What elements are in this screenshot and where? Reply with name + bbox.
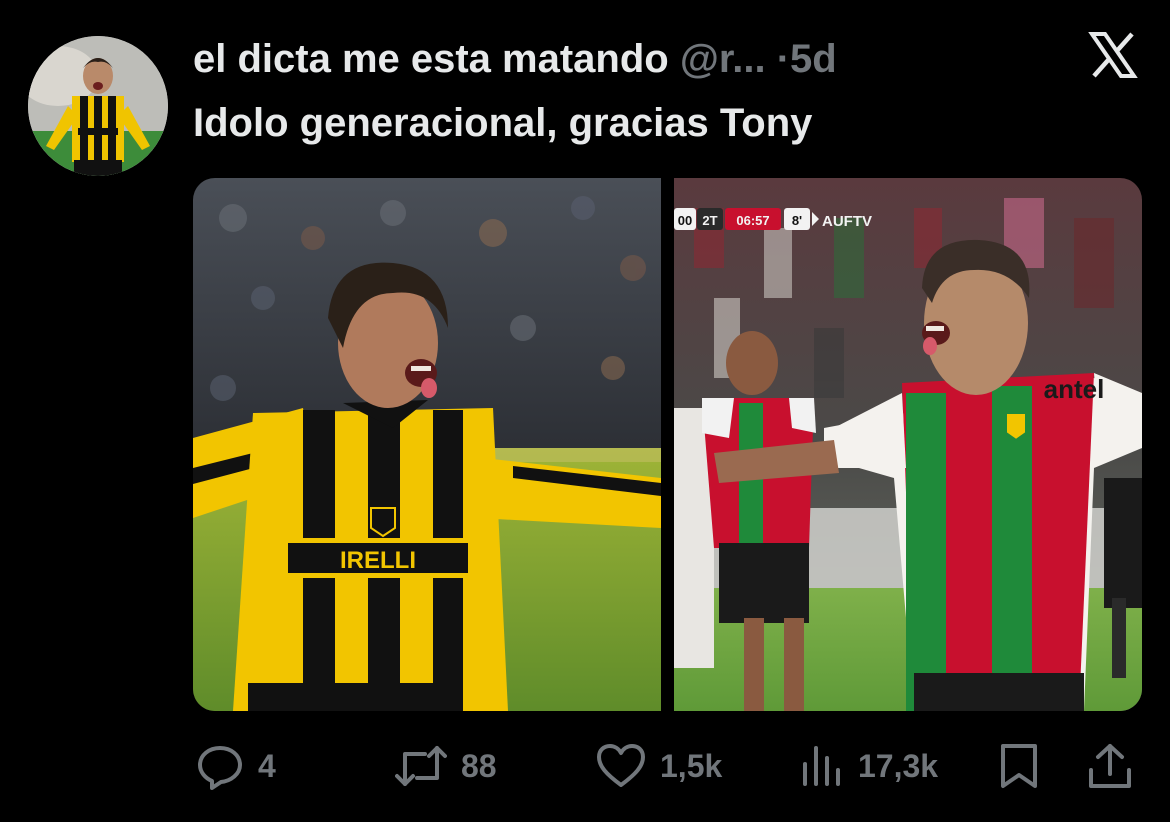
scoreboard-overlay: 00 2T 06:57 8' AUFTV: [674, 208, 872, 230]
author-handle[interactable]: @r...: [680, 37, 766, 81]
avatar[interactable]: [28, 36, 168, 176]
scoreboard-added-time: 8': [792, 213, 802, 228]
heart-icon: [597, 744, 645, 787]
x-logo-icon[interactable]: [1088, 30, 1138, 80]
reply-icon: [198, 746, 242, 790]
right-photo[interactable]: antel 00 2T 06:57 8' AUFTV: [674, 178, 1142, 711]
right-shirt-sponsor: antel: [1044, 374, 1105, 404]
author-name[interactable]: el dicta me esta matando: [193, 37, 669, 81]
retweet-button[interactable]: 88: [395, 738, 497, 794]
tweet-action-bar: 4 88 1,5k 17,3k: [0, 738, 1170, 794]
reply-button[interactable]: 4: [196, 738, 276, 794]
avatar-image: [28, 36, 168, 176]
bookmark-icon: [1001, 744, 1037, 788]
views-count: 17,3k: [858, 747, 939, 784]
left-photo[interactable]: IRELLI: [193, 178, 661, 711]
retweet-count: 88: [461, 747, 497, 784]
right-photo-image: antel: [674, 178, 1142, 711]
tweet-text: Idolo generacional, gracias Tony: [193, 101, 813, 145]
views-button[interactable]: 17,3k: [800, 738, 938, 794]
left-shirt-sponsor: IRELLI: [340, 547, 416, 574]
views-chart-icon: [803, 746, 840, 786]
share-icon: [1089, 744, 1131, 788]
tweet-timestamp[interactable]: 5d: [790, 37, 837, 81]
like-count: 1,5k: [660, 747, 723, 784]
share-button[interactable]: [1086, 738, 1134, 794]
separator-dot: ·: [776, 37, 791, 81]
scoreboard-score: 00: [678, 213, 692, 228]
tweet-media[interactable]: IRELLI antel 00 2T 06:57 8' AUFTV: [193, 178, 1142, 711]
scoreboard-half: 2T: [702, 213, 717, 228]
like-button[interactable]: 1,5k: [596, 738, 722, 794]
scoreboard-clock: 06:57: [736, 213, 769, 228]
left-photo-image: IRELLI: [193, 178, 661, 711]
bookmark-button[interactable]: [997, 738, 1041, 794]
tweet-header: el dicta me esta matando @r... ·5d: [193, 34, 837, 84]
scoreboard-broadcaster: AUFTV: [822, 213, 872, 230]
reply-count: 4: [258, 747, 276, 784]
retweet-icon: [395, 746, 447, 786]
